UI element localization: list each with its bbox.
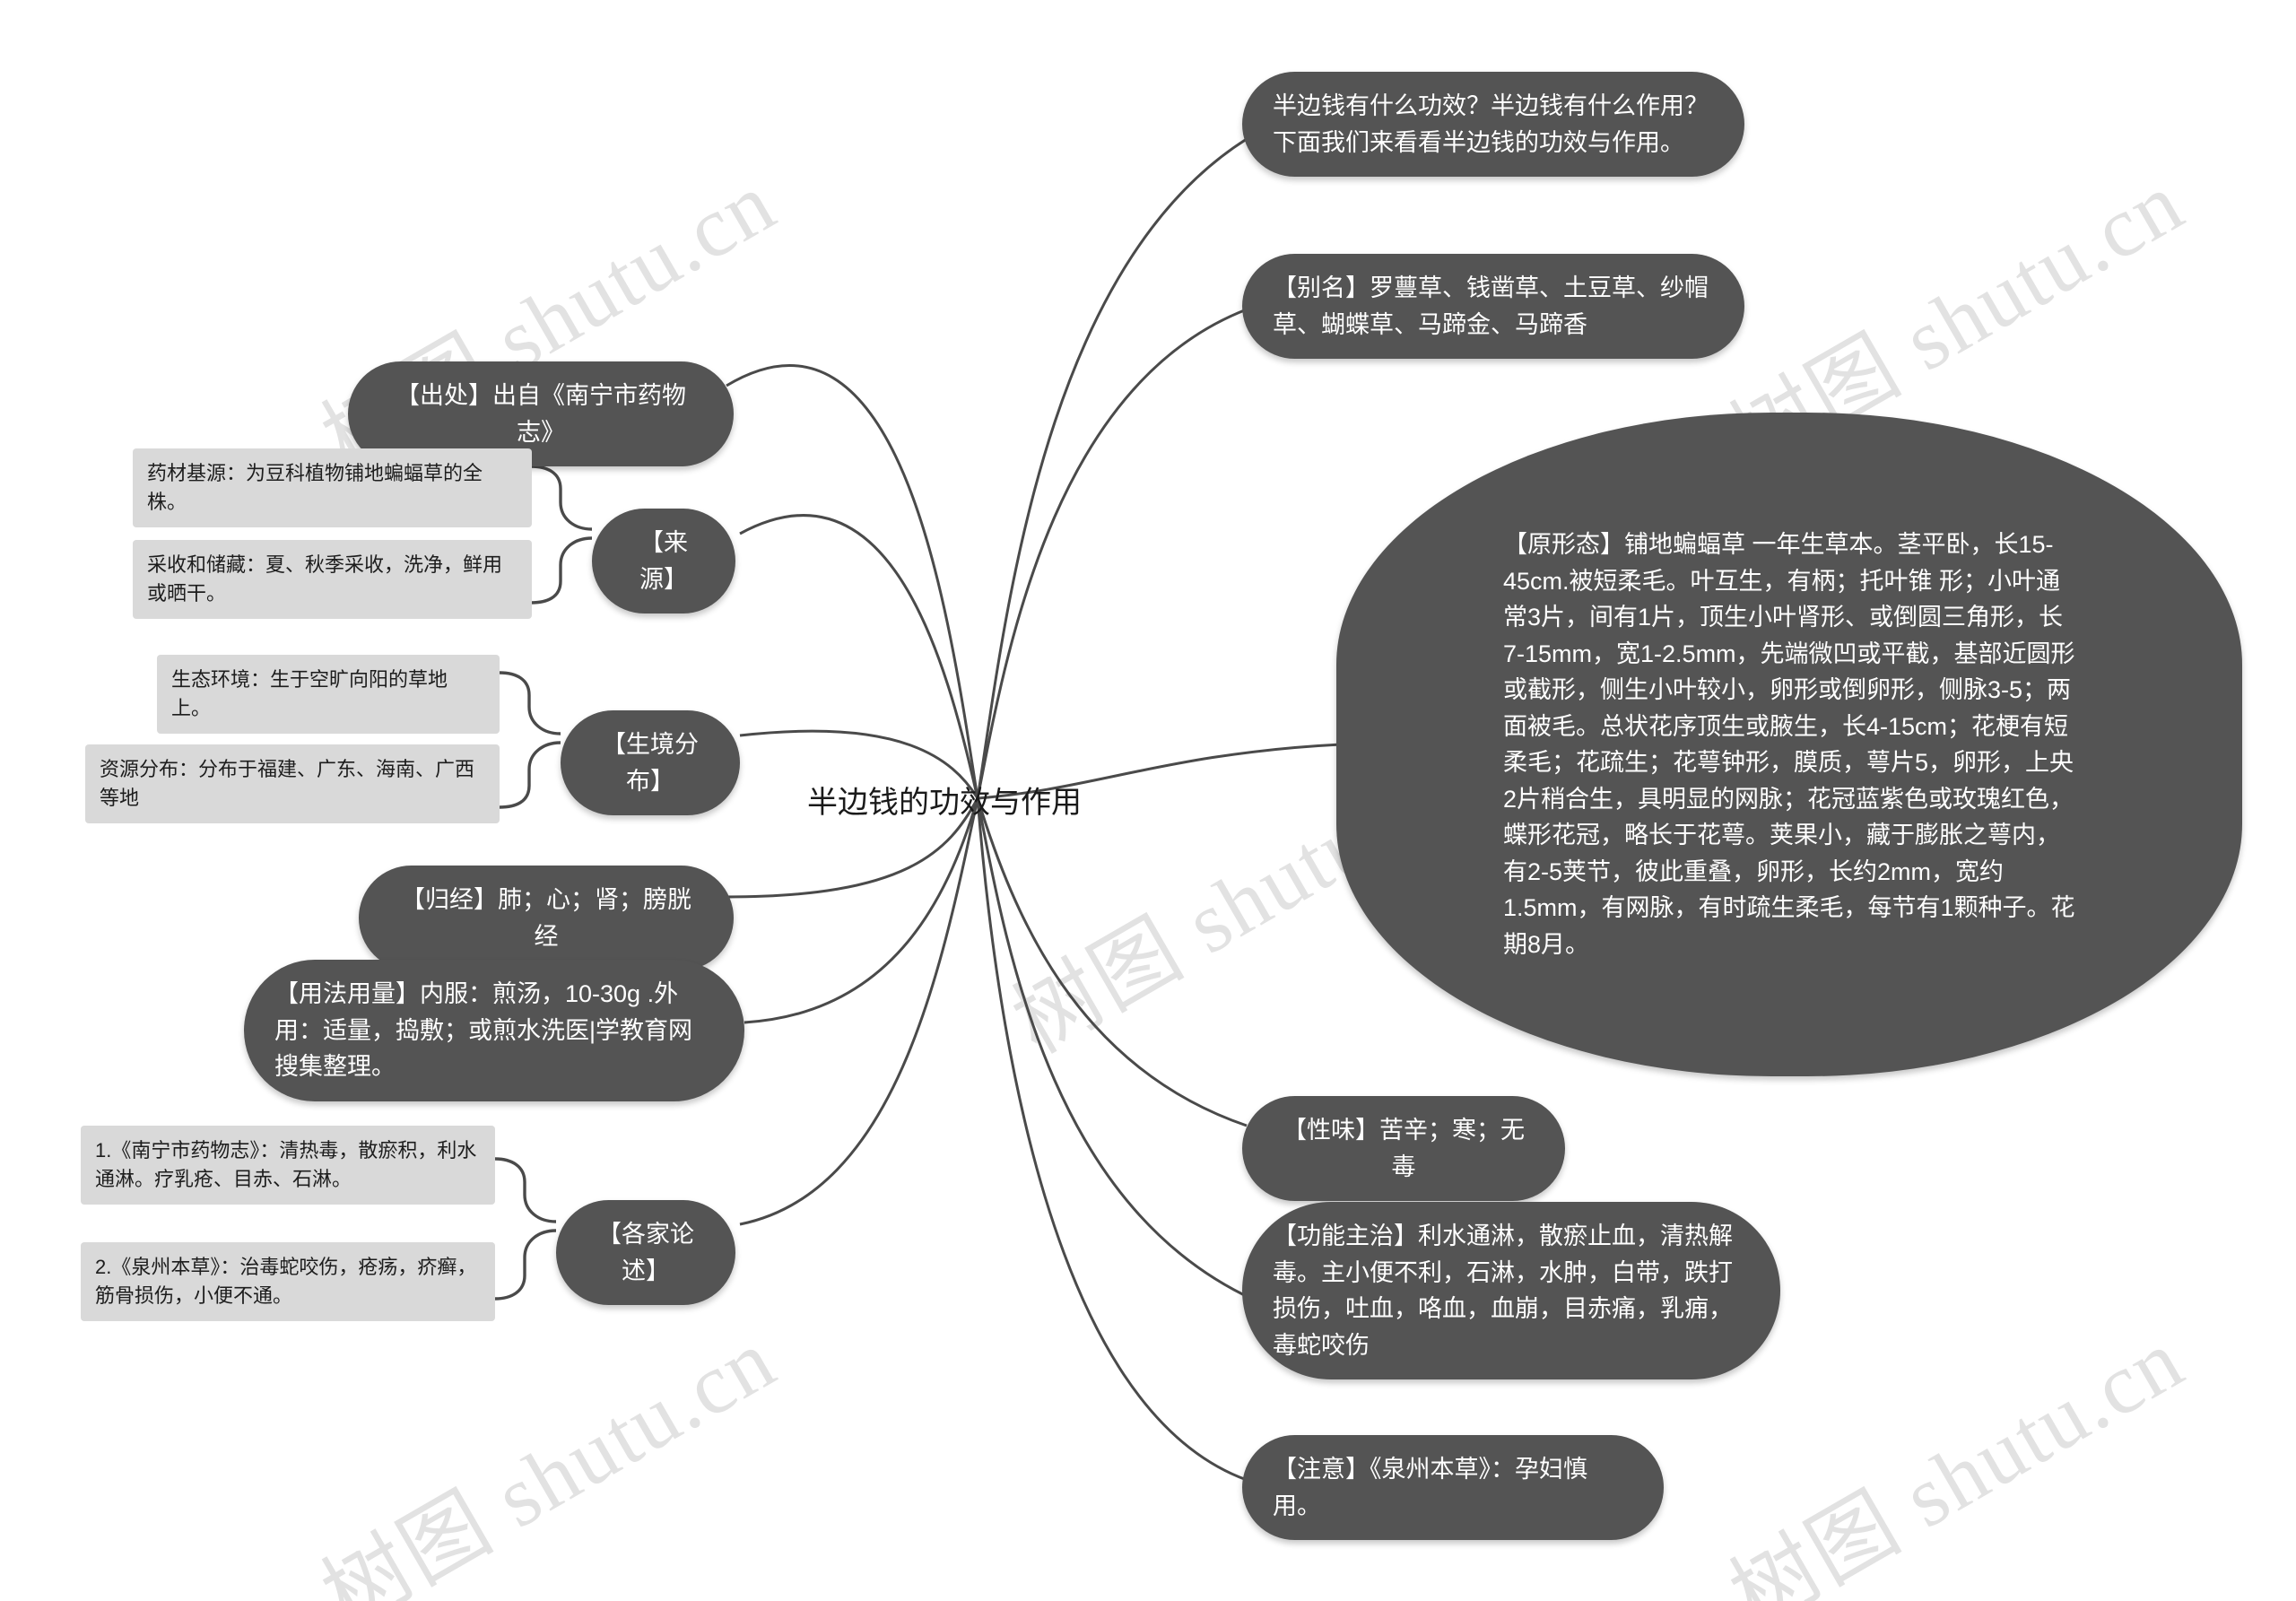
branch-intro-label: 半边钱有什么功效？半边钱有什么作用？下面我们来看看半边钱的功效与作用。 <box>1273 92 1709 156</box>
branch-caution-label: 【注意】《泉州本草》：孕妇慎用。 <box>1273 1456 1587 1519</box>
branch-intro[interactable]: 半边钱有什么功效？半边钱有什么作用？下面我们来看看半边钱的功效与作用。 <box>1242 72 1744 177</box>
branch-discussion-label: 【各家论述】 <box>597 1221 694 1284</box>
link-root-to-discussion <box>739 797 979 1226</box>
watermark-text: 树图 shutu.cn <box>1715 1310 2199 1601</box>
branch-dosage-label: 【用法用量】内服：煎汤，10-30g .外用：适量，捣敷；或煎水洗医|学教育网搜… <box>274 980 693 1080</box>
branch-morphology[interactable]: 【原形态】铺地蝙蝠草 一年生草本。茎平卧，长15-45cm.被短柔毛。叶互生，有… <box>1336 413 2242 1076</box>
branch-source-child-2-label: 采收和储藏：夏、秋季采收，洗净，鲜用或晒干。 <box>147 553 503 605</box>
link-discussion-to-child-1 <box>494 1157 557 1223</box>
branch-habitat[interactable]: 【生境分布】 <box>561 710 740 815</box>
branch-source-label: 【来源】 <box>639 529 688 593</box>
branch-origin-label: 【出处】出自《南宁市药物志》 <box>396 382 686 446</box>
watermark-text: 树图 shutu.cn <box>307 1310 791 1601</box>
branch-nature[interactable]: 【性味】苦辛；寒；无毒 <box>1242 1096 1565 1201</box>
link-root-to-indications <box>976 797 1257 1302</box>
branch-morphology-label: 【原形态】铺地蝙蝠草 一年生草本。茎平卧，长15-45cm.被短柔毛。叶互生，有… <box>1503 531 2075 958</box>
branch-alias-label: 【别名】罗蘴草、钱凿草、土豆草、纱帽草、蝴蝶草、马蹄金、马蹄香 <box>1273 274 1709 338</box>
link-habitat-to-child-2 <box>499 741 561 809</box>
link-root-to-caution <box>976 797 1248 1482</box>
root-node[interactable]: 半边钱的功效与作用 <box>807 776 1148 822</box>
branch-source-child-1-label: 药材基源：为豆科植物铺地蝙蝠草的全株。 <box>147 462 483 513</box>
branch-source-child-2[interactable]: 采收和储藏：夏、秋季采收，洗净，鲜用或晒干。 <box>133 540 532 619</box>
branch-indications-label: 【功能主治】利水通淋，散瘀止血，清热解毒。主小便不利，石淋，水肿，白带，跌打损伤… <box>1273 1223 1733 1359</box>
branch-habitat-child-2[interactable]: 资源分布：分布于福建、广东、海南、广西等地 <box>85 744 500 823</box>
link-root-to-alias <box>976 308 1248 799</box>
branch-habitat-child-2-label: 资源分布：分布于福建、广东、海南、广西等地 <box>100 758 475 809</box>
link-root-to-dosage <box>744 797 979 1024</box>
branch-discussion-child-2[interactable]: 2.《泉州本草》：治毒蛇咬伤，疮疡，疥癣，筋骨损伤，小便不通。 <box>81 1242 495 1321</box>
branch-discussion-child-2-label: 2.《泉州本草》：治毒蛇咬伤，疮疡，疥癣，筋骨损伤，小便不通。 <box>95 1256 477 1307</box>
link-source-to-child-1 <box>530 465 593 531</box>
branch-discussion[interactable]: 【各家论述】 <box>556 1200 735 1305</box>
branch-habitat-child-1[interactable]: 生态环境：生于空旷向阳的草地上。 <box>157 655 500 734</box>
branch-habitat-label: 【生境分布】 <box>602 731 699 795</box>
branch-habitat-child-1-label: 生态环境：生于空旷向阳的草地上。 <box>171 668 448 719</box>
mindmap-canvas: 树图 shutu.cn 树图 shutu.cn 树图 shutu.cn 树图 s… <box>0 0 2296 1601</box>
branch-caution[interactable]: 【注意】《泉州本草》：孕妇慎用。 <box>1242 1435 1664 1540</box>
link-root-to-nature <box>976 797 1248 1127</box>
link-source-to-child-2 <box>530 536 593 605</box>
branch-discussion-child-1[interactable]: 1.《南宁市药物志》：清热毒，散瘀积，利水通淋。疗乳疮、目赤、石淋。 <box>81 1126 495 1205</box>
branch-meridian[interactable]: 【归经】肺；心；肾；膀胱经 <box>359 866 734 970</box>
branch-meridian-label: 【归经】肺；心；肾；膀胱经 <box>401 886 691 950</box>
branch-dosage[interactable]: 【用法用量】内服：煎汤，10-30g .外用：适量，捣敷；或煎水洗医|学教育网搜… <box>244 960 744 1101</box>
link-root-to-source <box>739 514 979 799</box>
branch-discussion-child-1-label: 1.《南宁市药物志》：清热毒，散瘀积，利水通淋。疗乳疮、目赤、石淋。 <box>95 1139 477 1190</box>
link-habitat-to-child-1 <box>499 671 561 735</box>
link-root-to-origin <box>726 364 979 799</box>
branch-indications[interactable]: 【功能主治】利水通淋，散瘀止血，清热解毒。主小便不利，石淋，水肿，白带，跌打损伤… <box>1242 1202 1780 1379</box>
root-label: 半边钱的功效与作用 <box>807 785 1082 820</box>
link-root-to-intro <box>976 137 1248 799</box>
branch-source[interactable]: 【来源】 <box>592 509 735 613</box>
branch-alias[interactable]: 【别名】罗蘴草、钱凿草、土豆草、纱帽草、蝴蝶草、马蹄金、马蹄香 <box>1242 254 1744 359</box>
branch-nature-label: 【性味】苦辛；寒；无毒 <box>1283 1117 1525 1180</box>
branch-source-child-1[interactable]: 药材基源：为豆科植物铺地蝙蝠草的全株。 <box>133 448 532 527</box>
link-discussion-to-child-2 <box>494 1229 557 1301</box>
